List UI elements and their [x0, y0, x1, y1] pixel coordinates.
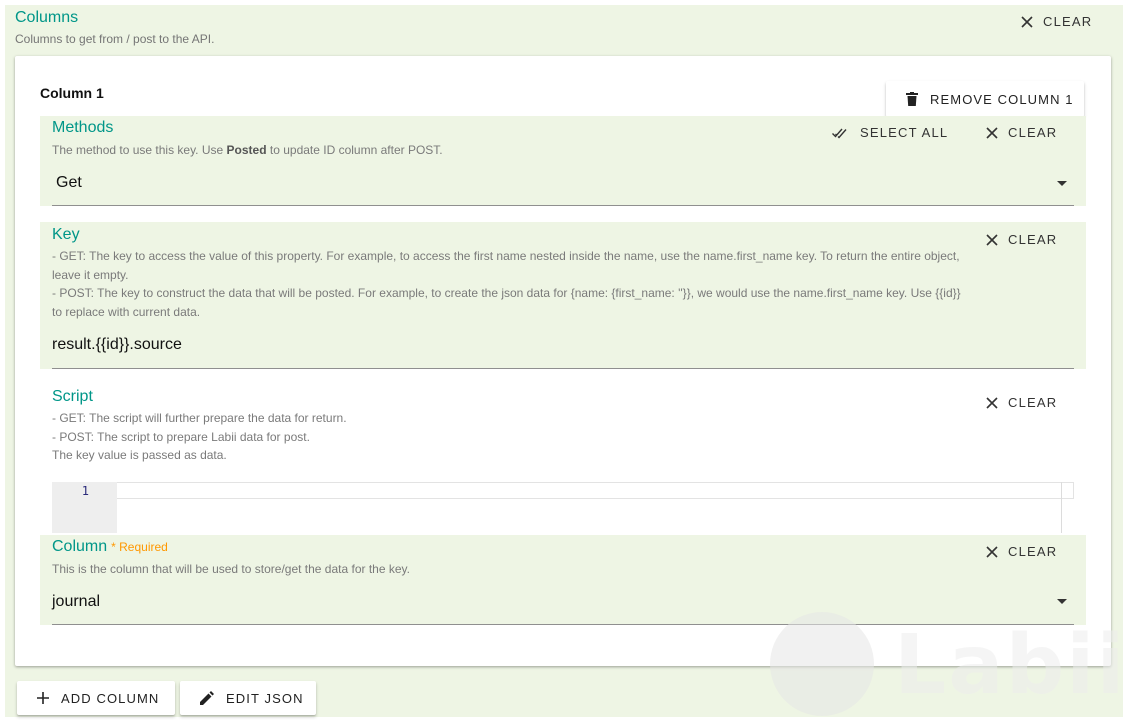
column-field-section: Column * Required This is the column that…: [40, 535, 1086, 625]
column-select-value[interactable]: journal: [52, 593, 100, 611]
edit-json-label: EDIT JSON: [226, 690, 304, 706]
chevron-down-icon[interactable]: [1057, 599, 1067, 604]
column-field-description: This is the column that will be used to …: [52, 562, 410, 576]
methods-select-value[interactable]: Get: [56, 174, 82, 192]
column-clear-label: CLEAR: [1008, 544, 1058, 559]
close-icon: [986, 126, 998, 139]
methods-underline: [52, 205, 1074, 206]
plus-icon: [37, 692, 49, 704]
key-section: Key - GET: The key to access the value o…: [40, 222, 1086, 369]
close-icon: [1021, 15, 1033, 28]
script-title: Script: [52, 388, 93, 405]
column-underline: [52, 624, 1074, 625]
columns-clear-label: CLEAR: [1043, 14, 1093, 29]
column-card: Column 1 REMOVE COLUMN 1 Methods The met…: [15, 56, 1111, 666]
key-title: Key: [52, 226, 80, 243]
methods-description: The method to use this key. Use Posted t…: [52, 143, 443, 157]
add-column-button[interactable]: ADD COLUMN: [17, 681, 175, 715]
remove-column-button[interactable]: REMOVE COLUMN 1: [886, 81, 1084, 117]
key-clear-button[interactable]: CLEAR: [986, 232, 1057, 247]
columns-clear-button[interactable]: CLEAR: [1021, 14, 1092, 29]
methods-title: Methods: [52, 119, 114, 136]
select-all-label: SELECT ALL: [860, 125, 949, 140]
methods-clear-button[interactable]: CLEAR: [986, 125, 1057, 140]
key-input[interactable]: result.{{id}}.source: [52, 336, 182, 354]
remove-column-label: REMOVE COLUMN 1: [930, 91, 1074, 107]
select-all-button[interactable]: SELECT ALL: [832, 125, 948, 140]
add-column-label: ADD COLUMN: [61, 690, 160, 706]
column-clear-button[interactable]: CLEAR: [986, 544, 1057, 559]
columns-title: Columns: [15, 9, 79, 26]
script-description: - GET: The script will further prepare t…: [52, 411, 347, 463]
trash-icon: [906, 92, 918, 106]
edit-json-button[interactable]: EDIT JSON: [180, 681, 316, 715]
editor-gutter: 1: [52, 482, 117, 533]
script-section: Script - GET: The script will further pr…: [40, 386, 1086, 533]
columns-section: Columns Columns to get from / post to th…: [5, 5, 1123, 717]
editor-active-line[interactable]: [117, 482, 1074, 499]
pencil-icon: [200, 691, 214, 705]
key-clear-label: CLEAR: [1008, 232, 1058, 247]
key-underline: [52, 368, 1074, 369]
column-card-title: Column 1: [40, 85, 104, 101]
columns-description: Columns to get from / post to the API.: [15, 32, 215, 46]
line-number: 1: [81, 484, 89, 498]
methods-clear-label: CLEAR: [1008, 125, 1058, 140]
close-icon: [986, 396, 998, 409]
script-code-editor[interactable]: 1: [52, 482, 1074, 533]
chevron-down-icon[interactable]: [1057, 181, 1067, 186]
column-field-title: Column * Required: [52, 538, 168, 555]
script-clear-label: CLEAR: [1008, 395, 1058, 410]
editor-scrollbar[interactable]: [1061, 482, 1062, 533]
double-check-icon: [832, 128, 847, 139]
close-icon: [986, 545, 998, 558]
methods-section: Methods The method to use this key. Use …: [40, 116, 1086, 206]
script-clear-button[interactable]: CLEAR: [986, 395, 1057, 410]
close-icon: [986, 233, 998, 246]
key-description: - GET: The key to access the value of th…: [52, 249, 961, 320]
required-badge: * Required: [111, 540, 168, 554]
